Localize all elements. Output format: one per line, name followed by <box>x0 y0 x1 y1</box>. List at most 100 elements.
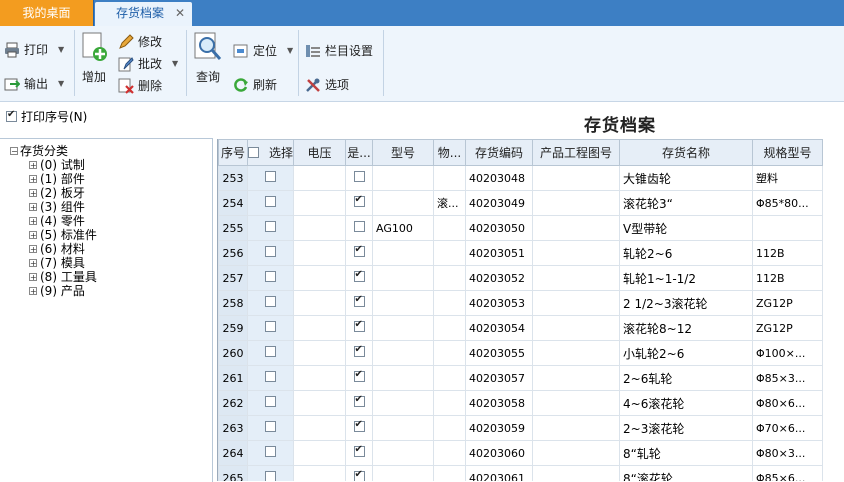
col-header-spec[interactable]: 规格型号 <box>752 139 824 166</box>
row-flag-checkbox[interactable] <box>353 444 365 457</box>
cell-select[interactable] <box>246 265 295 291</box>
expand-icon[interactable]: + <box>29 230 37 239</box>
cell-select[interactable] <box>246 415 295 441</box>
col-header-model[interactable]: 型号 <box>372 139 435 166</box>
row-select-checkbox[interactable] <box>265 421 276 432</box>
table-row[interactable]: 264 40203060 8“轧轮Φ80×3... <box>218 440 824 466</box>
cell-select[interactable] <box>246 465 295 481</box>
cell-flag[interactable] <box>345 315 374 341</box>
cell-flag[interactable] <box>345 290 374 316</box>
row-flag-checkbox[interactable] <box>353 294 365 307</box>
col-header-material[interactable]: 物... <box>433 139 467 166</box>
cell-select[interactable] <box>246 440 295 466</box>
print-seq-toggle[interactable]: 打印序号(N) <box>6 108 87 125</box>
export-button[interactable]: 输出 ▼ <box>4 75 64 92</box>
row-select-checkbox[interactable] <box>265 171 276 182</box>
cell-flag[interactable] <box>345 240 374 266</box>
options-button[interactable]: 选项 <box>305 76 349 93</box>
table-row[interactable]: 262 40203058 4~6滚花轮Φ80×6... <box>218 390 824 416</box>
table-row[interactable]: 255 AG100 40203050 V型带轮 <box>218 215 824 241</box>
expand-icon[interactable]: + <box>29 202 37 211</box>
col-header-seq[interactable]: 序号 <box>218 139 248 166</box>
table-row[interactable]: 257 40203052 轧轮1~1-1/2112B <box>218 265 824 291</box>
row-flag-checkbox[interactable] <box>353 319 365 332</box>
col-header-name[interactable]: 存货名称 <box>619 139 754 166</box>
table-row[interactable]: 253 40203048 大锥齿轮 塑料 <box>218 165 824 191</box>
tab-my-desktop[interactable]: 我的桌面 <box>0 0 94 26</box>
collapse-icon[interactable]: − <box>10 146 18 155</box>
tab-inventory-archive[interactable]: 存货档案 ✕ <box>95 2 192 26</box>
cell-flag[interactable] <box>345 465 374 481</box>
cell-select[interactable] <box>246 390 295 416</box>
cell-select[interactable] <box>246 215 295 241</box>
table-row[interactable]: 260 40203055 小轧轮2~6Φ100×... <box>218 340 824 366</box>
row-flag-checkbox[interactable] <box>353 171 365 182</box>
cell-flag[interactable] <box>345 215 374 241</box>
col-header-flag[interactable]: 是... <box>345 139 374 166</box>
batch-edit-button[interactable]: 批改 ▼ <box>118 55 178 72</box>
row-select-checkbox[interactable] <box>265 221 276 232</box>
cell-flag[interactable] <box>345 340 374 366</box>
delete-button[interactable]: 删除 <box>118 77 162 94</box>
row-select-checkbox[interactable] <box>265 346 276 357</box>
row-flag-checkbox[interactable] <box>353 194 365 207</box>
expand-icon[interactable]: + <box>29 160 37 169</box>
expand-icon[interactable]: + <box>29 272 37 281</box>
table-row[interactable]: 256 40203051 轧轮2~6112B <box>218 240 824 266</box>
row-select-checkbox[interactable] <box>265 471 276 481</box>
cell-flag[interactable] <box>345 365 374 391</box>
select-all-checkbox[interactable] <box>248 147 259 158</box>
col-header-drawing[interactable]: 产品工程图号 <box>532 139 621 166</box>
close-icon[interactable]: ✕ <box>175 2 185 24</box>
row-select-checkbox[interactable] <box>265 196 276 207</box>
row-select-checkbox[interactable] <box>265 296 276 307</box>
row-flag-checkbox[interactable] <box>353 469 365 481</box>
col-header-code[interactable]: 存货编码 <box>465 139 534 166</box>
query-button[interactable]: 查询 <box>192 32 224 85</box>
refresh-button[interactable]: 刷新 <box>233 76 277 93</box>
cell-flag[interactable] <box>345 440 374 466</box>
cell-select[interactable] <box>246 365 295 391</box>
chevron-down-icon[interactable]: ▼ <box>58 45 64 54</box>
cell-select[interactable] <box>246 290 295 316</box>
cell-select[interactable] <box>246 240 295 266</box>
col-header-voltage[interactable]: 电压 <box>293 139 347 166</box>
row-select-checkbox[interactable] <box>265 271 276 282</box>
chevron-down-icon[interactable]: ▼ <box>172 59 178 68</box>
row-flag-checkbox[interactable] <box>353 221 365 232</box>
edit-button[interactable]: 修改 <box>118 33 162 50</box>
chevron-down-icon[interactable]: ▼ <box>287 46 293 55</box>
table-row[interactable]: 258 40203053 2 1/2~3滚花轮ZG12P <box>218 290 824 316</box>
add-button[interactable]: 增加 <box>78 32 110 85</box>
table-row[interactable]: 259 40203054 滚花轮8~12ZG12P <box>218 315 824 341</box>
row-flag-checkbox[interactable] <box>353 244 365 257</box>
cell-flag[interactable] <box>345 415 374 441</box>
cell-select[interactable] <box>246 315 295 341</box>
table-row[interactable]: 265 40203061 8“滚花轮Φ85×6... <box>218 465 824 481</box>
row-flag-checkbox[interactable] <box>353 419 365 432</box>
expand-icon[interactable]: + <box>29 188 37 197</box>
cell-flag[interactable] <box>345 165 374 191</box>
expand-icon[interactable]: + <box>29 258 37 267</box>
table-row[interactable]: 254 滚...40203049 滚花轮3“Φ85*80... <box>218 190 824 216</box>
row-flag-checkbox[interactable] <box>353 344 365 357</box>
row-select-checkbox[interactable] <box>265 321 276 332</box>
expand-icon[interactable]: + <box>29 286 37 295</box>
cell-flag[interactable] <box>345 390 374 416</box>
cell-flag[interactable] <box>345 190 374 216</box>
print-seq-checkbox[interactable] <box>6 109 17 122</box>
col-header-select[interactable]: 选择 <box>246 139 295 166</box>
row-flag-checkbox[interactable] <box>353 394 365 407</box>
row-flag-checkbox[interactable] <box>353 369 365 382</box>
row-select-checkbox[interactable] <box>265 371 276 382</box>
cell-select[interactable] <box>246 340 295 366</box>
cell-select[interactable] <box>246 190 295 216</box>
table-row[interactable]: 263 40203059 2~3滚花轮Φ70×6... <box>218 415 824 441</box>
column-settings-button[interactable]: 栏目设置 <box>305 42 373 59</box>
cell-select[interactable] <box>246 165 295 191</box>
locate-button[interactable]: 定位 ▼ <box>233 42 293 59</box>
table-row[interactable]: 261 40203057 2~6轧轮Φ85×3... <box>218 365 824 391</box>
row-select-checkbox[interactable] <box>265 396 276 407</box>
row-select-checkbox[interactable] <box>265 246 276 257</box>
print-button[interactable]: 打印 ▼ <box>4 41 64 58</box>
